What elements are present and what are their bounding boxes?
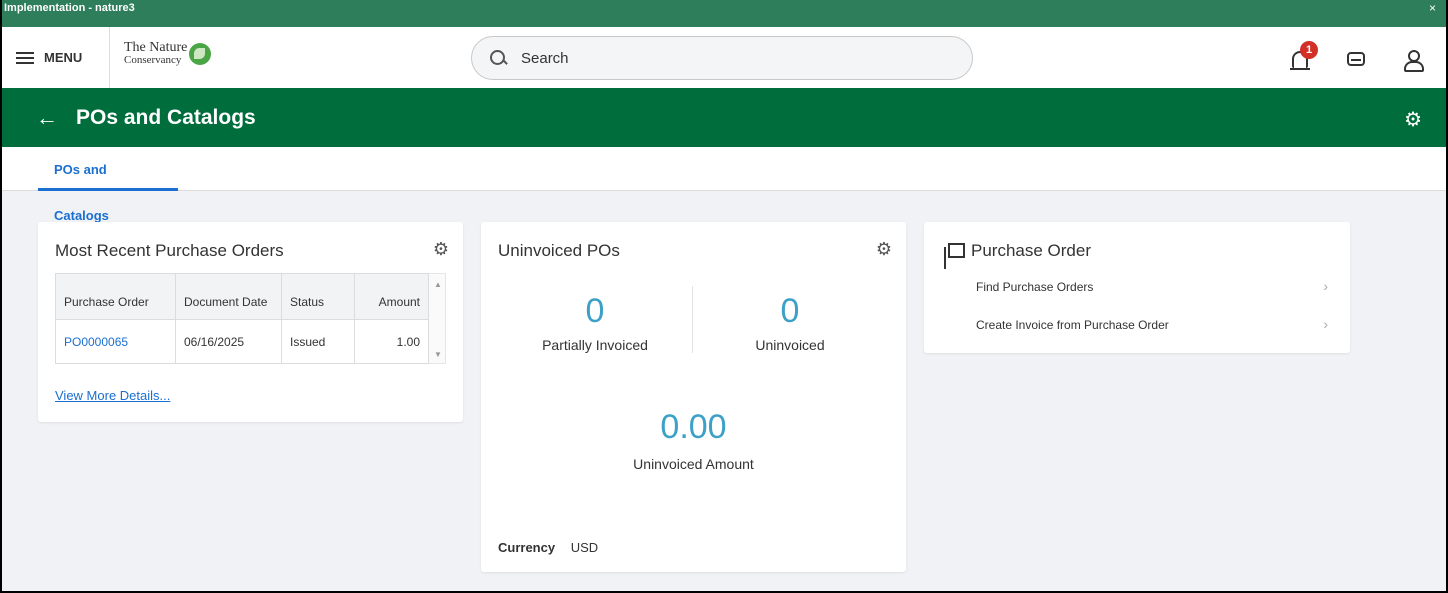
status: Issued <box>281 319 355 364</box>
card-title: Purchase Order <box>971 241 1091 260</box>
uninvoiced-label: Uninvoiced <box>755 337 825 353</box>
uninvoiced-amount-value[interactable]: 0.00 <box>481 408 906 447</box>
top-nav: MENU The Nature Conservancy Search 1 <box>2 17 1446 88</box>
card-title: Most Recent Purchase Orders <box>55 241 284 260</box>
purchase-order-card: Purchase Order Find Purchase Orders › Cr… <box>924 222 1350 353</box>
close-icon[interactable]: × <box>1429 0 1436 17</box>
link-label[interactable]: Create Invoice from Purchase Order <box>976 318 1169 332</box>
logo-line2: Conservancy <box>124 54 182 66</box>
back-arrow-icon[interactable]: ← <box>36 105 58 131</box>
notifications-button[interactable]: 1 <box>1286 41 1318 73</box>
currency-label: Currency <box>498 540 556 555</box>
card-title: Uninvoiced POs <box>498 241 620 260</box>
partially-invoiced-label: Partially Invoiced <box>542 337 648 353</box>
amount: 1.00 <box>354 319 429 364</box>
column-header[interactable]: Purchase Order <box>55 273 176 320</box>
environment-bar: Implementation - nature3 × <box>2 0 1446 17</box>
purchase-orders-table: Purchase Order Document Date Status Amou… <box>55 273 429 364</box>
column-header[interactable]: Amount <box>354 273 429 320</box>
hamburger-icon <box>16 49 34 67</box>
chevron-right-icon: › <box>1323 278 1328 294</box>
page-title: POs and Catalogs <box>76 105 256 129</box>
scroll-up-icon[interactable]: ▲ <box>434 280 442 289</box>
view-more-details-link[interactable]: View More Details... <box>55 388 170 403</box>
partially-invoiced-value[interactable]: 0 <box>498 292 692 331</box>
column-header[interactable]: Status <box>281 273 355 320</box>
leaf-icon <box>189 43 212 65</box>
search-icon <box>490 49 507 67</box>
menu-button[interactable]: MENU <box>2 27 110 88</box>
column-header[interactable]: Document Date <box>175 273 282 320</box>
menu-label: MENU <box>44 50 83 65</box>
logo-line1: The Nature <box>124 40 188 55</box>
gear-icon[interactable]: ⚙ <box>433 239 449 260</box>
uninvoiced-amount-label: Uninvoiced Amount <box>633 456 754 472</box>
gear-icon[interactable]: ⚙ <box>1404 107 1422 132</box>
uninvoiced-pos-card: Uninvoiced POs ⚙ 0 Partially Invoiced 0 … <box>481 222 906 572</box>
page-header: ← POs and Catalogs ⚙ <box>2 88 1446 147</box>
related-actions-icon <box>944 243 965 259</box>
logo[interactable]: The Nature Conservancy <box>124 37 212 71</box>
recent-purchase-orders-card: Most Recent Purchase Orders ⚙ Purchase O… <box>38 222 463 422</box>
currency-value: USD <box>570 540 599 555</box>
uninvoiced-value[interactable]: 0 <box>693 292 887 331</box>
table-scrollbar[interactable]: ▲ ▼ <box>429 273 446 364</box>
document-date: 06/16/2025 <box>175 319 282 364</box>
table-row: PO0000065 06/16/2025 Issued 1.00 <box>55 319 429 364</box>
po-link[interactable]: PO0000065 <box>64 335 128 349</box>
scroll-down-icon[interactable]: ▼ <box>434 350 442 359</box>
tab-bar: POs and Catalogs <box>2 147 1446 223</box>
chevron-right-icon: › <box>1323 316 1328 332</box>
gear-icon[interactable]: ⚙ <box>876 239 892 260</box>
search-input[interactable]: Search <box>471 36 973 80</box>
tab-pos-and-catalogs[interactable]: POs and Catalogs <box>38 147 178 223</box>
link-label[interactable]: Find Purchase Orders <box>976 280 1093 294</box>
profile-button[interactable] <box>1398 45 1426 73</box>
inbox-icon <box>1347 52 1365 66</box>
environment-title: Implementation - nature3 <box>4 2 135 14</box>
inbox-button[interactable] <box>1342 45 1370 73</box>
app-frame: Implementation - nature3 × MENU The Natu… <box>0 0 1448 593</box>
notification-badge: 1 <box>1300 41 1318 59</box>
search-placeholder: Search <box>521 49 569 67</box>
currency-row: Currency USD <box>498 540 598 555</box>
user-icon <box>1403 50 1424 72</box>
